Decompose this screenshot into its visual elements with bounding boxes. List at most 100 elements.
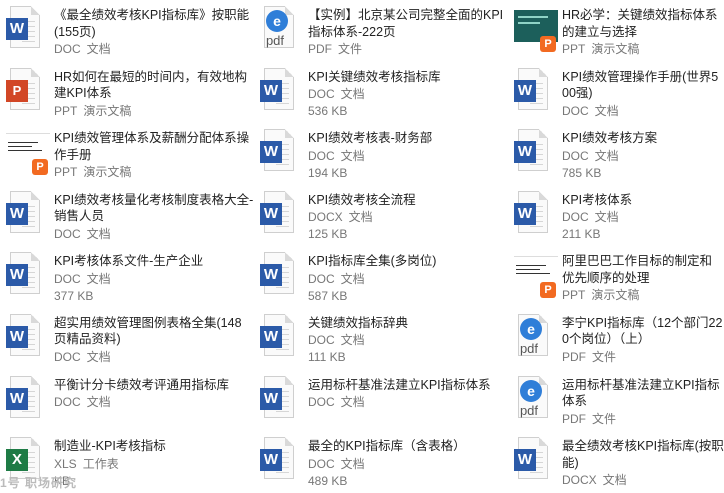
file-size: 211 KB: [562, 227, 601, 242]
file-item[interactable]: W KPI绩效考核表-财务部 DOC 文档 194 KB: [254, 123, 508, 185]
file-type: DOCX: [308, 210, 343, 225]
file-title[interactable]: 《最全绩效考核KPI指标库》按职能(155页): [54, 7, 254, 40]
file-item[interactable]: P HR如何在最短的时间内，有效地构建KPI体系 PPT 演示文稿: [0, 62, 254, 124]
file-title[interactable]: KPI绩效管理体系及薪酬分配体系操作手册: [54, 130, 254, 163]
file-meta: DOC 文档 536 KB: [308, 86, 508, 120]
file-kind: 文档: [86, 226, 111, 241]
file-info: HR必学：关键绩效指标体系的建立与选择 PPT 演示文稿: [562, 6, 724, 58]
file-title[interactable]: KPI指标库全集(多岗位): [308, 253, 508, 270]
file-item[interactable]: W 关键绩效指标辞典 DOC 文档 111 KB: [254, 308, 508, 370]
doc-icon: W: [260, 313, 298, 358]
file-title[interactable]: 运用标杆基准法建立KPI指标体系: [562, 377, 724, 410]
pdf-icon: e pdf: [514, 313, 552, 358]
file-info: 关键绩效指标辞典 DOC 文档 111 KB: [308, 314, 508, 367]
file-type: PPT: [562, 288, 586, 303]
file-item[interactable]: W KPI绩效考核方案 DOC 文档 785 KB: [508, 123, 724, 185]
file-meta: PDF 文件: [562, 349, 724, 366]
doc-icon: W: [514, 437, 552, 481]
file-title[interactable]: KPI绩效管理操作手册(世界500强): [562, 69, 724, 102]
file-item[interactable]: e pdf 运用标杆基准法建立KPI指标体系 PDF 文件: [508, 370, 724, 432]
file-item[interactable]: P HR必学：关键绩效指标体系的建立与选择 PPT 演示文稿: [508, 0, 724, 62]
ppt-thumbnail-icon: P: [514, 252, 558, 299]
file-title[interactable]: 阿里巴巴工作目标的制定和优先顺序的处理: [562, 253, 724, 286]
file-title[interactable]: HR如何在最短的时间内，有效地构建KPI体系: [54, 69, 254, 102]
file-type: DOC: [562, 148, 589, 163]
file-item[interactable]: e pdf 李宁KPI指标库（12个部门220个岗位）（上） PDF 文件: [508, 308, 724, 370]
file-kind: 文件: [338, 42, 363, 56]
file-title[interactable]: KPI绩效考核表-财务部: [308, 130, 508, 147]
file-item[interactable]: W 平衡计分卡绩效考评通用指标库 DOC 文档: [0, 370, 254, 432]
file-title[interactable]: KPI关键绩效考核指标库: [308, 69, 508, 86]
ppt-thumbnail-icon: P: [514, 6, 558, 52]
file-meta: PPT 演示文稿: [562, 41, 724, 58]
file-type: DOC: [562, 103, 589, 118]
file-title[interactable]: 平衡计分卡绩效考评通用指标库: [54, 377, 254, 394]
file-kind: 文档: [86, 349, 111, 364]
file-title[interactable]: KPI绩效考核量化考核制度表格大全-销售人员: [54, 192, 254, 225]
file-item[interactable]: W KPI绩效管理操作手册(世界500强) DOC 文档: [508, 62, 724, 124]
file-item[interactable]: W KPI指标库全集(多岗位) DOC 文档 587 KB: [254, 246, 508, 308]
file-meta: DOC 文档 587 KB: [308, 271, 508, 305]
file-title[interactable]: KPI考核体系文件-生产企业: [54, 253, 254, 270]
doc-icon: W: [260, 437, 298, 481]
file-type: DOC: [54, 226, 81, 241]
file-meta: PPT 演示文稿: [562, 287, 724, 304]
file-item[interactable]: e pdf 【实例】北京某公司完整全面的KPI指标体系-222页 PDF 文件: [254, 0, 508, 62]
file-item[interactable]: P 阿里巴巴工作目标的制定和优先顺序的处理 PPT 演示文稿: [508, 246, 724, 308]
file-item[interactable]: W 运用标杆基准法建立KPI指标体系 DOC 文档: [254, 370, 508, 432]
file-kind: 文件: [592, 349, 617, 364]
file-type: PPT: [562, 42, 586, 56]
file-type: PPT: [54, 103, 78, 118]
file-meta: DOC 文档: [562, 103, 724, 120]
pdf-icon: e pdf: [514, 375, 552, 420]
file-item[interactable]: W KPI考核体系文件-生产企业 DOC 文档 377 KB: [0, 246, 254, 308]
file-kind: 文档: [602, 473, 627, 488]
file-kind: 文档: [340, 333, 365, 348]
file-type: DOC: [308, 148, 335, 163]
file-info: 最全的KPI指标库（含表格） DOC 文档 489 KB: [308, 437, 508, 490]
file-type: DOC: [54, 271, 81, 286]
file-size: 536 KB: [308, 104, 348, 119]
file-info: KPI考核体系文件-生产企业 DOC 文档 377 KB: [54, 252, 254, 305]
doc-icon: W: [260, 252, 298, 296]
doc-icon: W: [514, 67, 552, 112]
file-type: DOC: [54, 395, 81, 410]
file-info: 李宁KPI指标库（12个部门220个岗位）（上） PDF 文件: [562, 314, 724, 366]
file-meta: DOC 文档 194 KB: [308, 148, 508, 182]
file-info: 【实例】北京某公司完整全面的KPI指标体系-222页 PDF 文件: [308, 6, 508, 58]
file-kind: 文档: [340, 456, 365, 471]
file-kind: 文档: [594, 210, 619, 225]
file-title[interactable]: 李宁KPI指标库（12个部门220个岗位）（上）: [562, 315, 724, 348]
file-type: PPT: [54, 165, 78, 180]
file-kind: 演示文稿: [591, 288, 640, 303]
file-title[interactable]: 最全绩效考核KPI指标库(按职能): [562, 438, 724, 471]
file-title[interactable]: KPI绩效考核方案: [562, 130, 724, 147]
file-meta: DOC 文档 489 KB: [308, 456, 508, 490]
file-item[interactable]: P KPI绩效管理体系及薪酬分配体系操作手册 PPT 演示文稿: [0, 123, 254, 185]
file-title[interactable]: KPI绩效考核全流程: [308, 192, 508, 209]
file-type: DOC: [54, 42, 81, 56]
file-kind: 文档: [348, 210, 373, 225]
file-item[interactable]: W 最全绩效考核KPI指标库(按职能) DOCX 文档: [508, 431, 724, 493]
file-title[interactable]: 超实用绩效管理图例表格全集(148页精品资料): [54, 315, 254, 348]
file-meta: DOC 文档 377 KB: [54, 271, 254, 305]
file-info: 超实用绩效管理图例表格全集(148页精品资料) DOC 文档: [54, 314, 254, 366]
file-title[interactable]: 【实例】北京某公司完整全面的KPI指标体系-222页: [308, 7, 508, 40]
file-item[interactable]: W 最全的KPI指标库（含表格） DOC 文档 489 KB: [254, 431, 508, 493]
file-item[interactable]: W KPI绩效考核全流程 DOCX 文档 125 KB: [254, 185, 508, 247]
file-item[interactable]: W 《最全绩效考核KPI指标库》按职能(155页) DOC 文档: [0, 0, 254, 62]
file-item[interactable]: W KPI关键绩效考核指标库 DOC 文档 536 KB: [254, 62, 508, 124]
file-item[interactable]: W KPI绩效考核量化考核制度表格大全-销售人员 DOC 文档: [0, 185, 254, 247]
file-info: KPI绩效考核全流程 DOCX 文档 125 KB: [308, 191, 508, 244]
file-size: KB: [54, 473, 71, 488]
file-title[interactable]: HR必学：关键绩效指标体系的建立与选择: [562, 7, 724, 40]
file-title[interactable]: 最全的KPI指标库（含表格）: [308, 438, 508, 455]
file-title[interactable]: KPI考核体系: [562, 192, 724, 209]
file-item[interactable]: W 超实用绩效管理图例表格全集(148页精品资料) DOC 文档: [0, 308, 254, 370]
file-title[interactable]: 关键绩效指标辞典: [308, 315, 508, 332]
file-title[interactable]: 制造业-KPI考核指标: [54, 438, 254, 455]
file-item[interactable]: W KPI考核体系 DOC 文档 211 KB: [508, 185, 724, 247]
file-title[interactable]: 运用标杆基准法建立KPI指标体系: [308, 377, 508, 394]
file-info: KPI指标库全集(多岗位) DOC 文档 587 KB: [308, 252, 508, 305]
file-size: 587 KB: [308, 288, 348, 303]
